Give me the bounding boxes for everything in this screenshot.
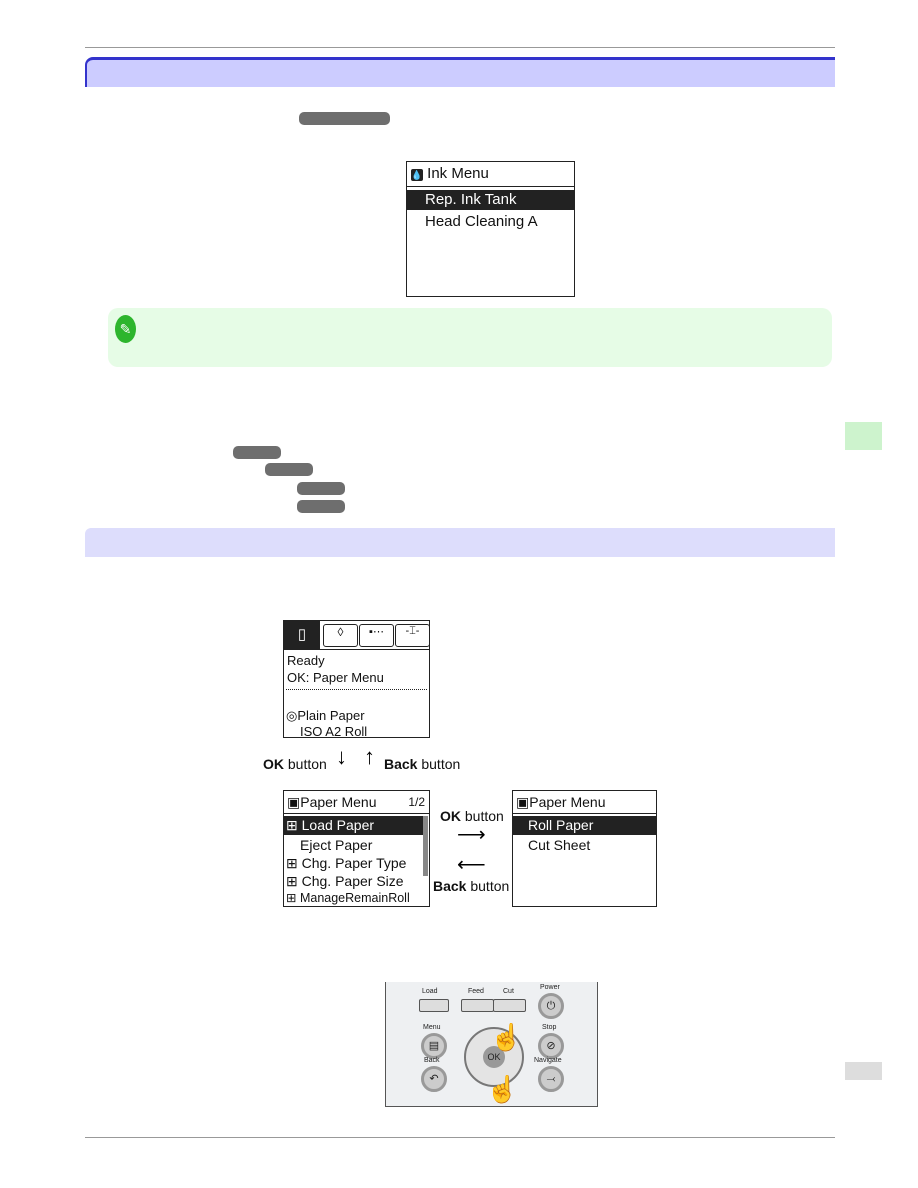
menu-item-roll-paper[interactable]: Roll Paper <box>513 816 656 835</box>
screen-header: 💧 Ink Menu <box>407 164 574 187</box>
back-button-label: Back button <box>433 878 510 894</box>
job-icon[interactable]: ▪⋯ <box>359 624 394 647</box>
button-label-pill <box>299 112 390 125</box>
cut-button[interactable] <box>493 999 526 1012</box>
bottom-rule <box>85 1137 835 1138</box>
screen-title: Paper Menu <box>300 794 377 810</box>
pencil-note-icon: ✎ <box>115 315 136 343</box>
menu-item-eject-paper[interactable]: Eject Paper <box>300 836 372 855</box>
arrow-down-icon: ↓ <box>336 744 347 769</box>
ink-drop-icon: 💧 <box>411 169 423 181</box>
tab-selection-screen: ▯ ◊ ▪⋯ -⌶- Ready OK: Paper Menu ◎Plain P… <box>283 620 430 739</box>
ink-menu-screen: 💧 Ink Menu Rep. Ink Tank Head Cleaning A <box>406 161 575 297</box>
menu-item-chg-paper-size[interactable]: ⊞ Chg. Paper Size <box>286 872 404 891</box>
ink-drop-icon[interactable]: ◊ <box>323 624 358 647</box>
feed-label: Feed <box>468 988 484 995</box>
load-paper-screen: ▣Paper Menu Roll Paper Cut Sheet <box>512 790 657 907</box>
menu-item-chg-paper-type[interactable]: ⊞ Chg. Paper Type <box>286 854 406 873</box>
screen-header: ▣Paper Menu <box>287 794 377 811</box>
menu-label: Menu <box>423 1024 441 1031</box>
paper-size: ISO A2 Roll <box>300 724 368 739</box>
screen-title: Ink Menu <box>427 165 489 182</box>
control-panel: Load Feed Cut Power ⏻ Menu ▤ Back ↶ Stop… <box>385 982 598 1107</box>
paper-icon[interactable]: ▯ <box>284 621 320 649</box>
status-text: Ready <box>287 653 325 668</box>
paper-icon: ▣ <box>287 794 301 810</box>
settings-icon[interactable]: -⌶- <box>395 624 430 647</box>
menu-item-manage-remain-roll[interactable]: ⊞ ManageRemainRoll <box>286 890 410 907</box>
section-heading-bar <box>85 57 835 87</box>
chapter-side-tab <box>845 422 882 450</box>
note-box: ✎ <box>108 308 832 367</box>
page-number-tab <box>845 1062 882 1080</box>
load-label: Load <box>422 988 438 995</box>
arrow-right-icon: ⟶ <box>457 824 486 846</box>
button-label-pill <box>265 463 313 476</box>
stop-button[interactable]: ⊘ <box>538 1033 564 1059</box>
paper-menu-screen: ▣Paper Menu 1/2 ⊞ Load Paper Eject Paper… <box>283 790 430 907</box>
page-indicator: 1/2 <box>408 795 425 809</box>
power-button[interactable]: ⏻ <box>538 993 564 1019</box>
manual-page: 💧 Ink Menu Rep. Ink Tank Head Cleaning A… <box>0 0 918 1188</box>
pointing-hand-icon: ☝ <box>490 1022 523 1052</box>
navigate-button[interactable]: ⤙ <box>538 1066 564 1092</box>
pointing-hand-icon: ☝ <box>486 1074 519 1104</box>
menu-item-cut-sheet[interactable]: Cut Sheet <box>528 836 590 855</box>
menu-item-load-paper[interactable]: ⊞ Load Paper <box>284 816 427 835</box>
paper-icon: ▣ <box>516 794 530 810</box>
button-label-pill <box>297 500 345 513</box>
menu-button[interactable]: ▤ <box>421 1033 447 1059</box>
screen-title: Paper Menu <box>529 794 606 810</box>
load-button[interactable] <box>419 999 449 1012</box>
arrow-up-icon: ↑ <box>364 744 375 769</box>
back-button-label: Back button <box>384 756 461 772</box>
back-button[interactable]: ↶ <box>421 1066 447 1092</box>
button-label-pill <box>233 446 281 459</box>
power-label: Power <box>540 984 560 991</box>
navigate-label: Navigate <box>534 1057 562 1064</box>
back-label: Back <box>424 1057 440 1064</box>
subsection-heading-bar <box>85 528 835 557</box>
menu-item-rep-ink-tank[interactable]: Rep. Ink Tank <box>407 190 574 210</box>
button-label-pill <box>297 482 345 495</box>
stop-label: Stop <box>542 1024 557 1031</box>
top-rule <box>85 47 835 48</box>
scrollbar[interactable] <box>423 816 428 876</box>
cut-label: Cut <box>503 988 514 995</box>
feed-button[interactable] <box>461 999 494 1012</box>
roll-icon: ◎ <box>286 708 298 723</box>
screen-header: ▣Paper Menu <box>516 794 606 811</box>
menu-item-head-cleaning-a[interactable]: Head Cleaning A <box>407 212 574 232</box>
paper-type-line: ◎Plain Paper <box>286 708 365 724</box>
paper-type: Plain Paper <box>297 708 365 723</box>
hint-text: OK: Paper Menu <box>287 670 384 685</box>
ok-button-label: OK button <box>263 756 327 772</box>
arrow-left-icon: ⟵ <box>457 854 486 876</box>
